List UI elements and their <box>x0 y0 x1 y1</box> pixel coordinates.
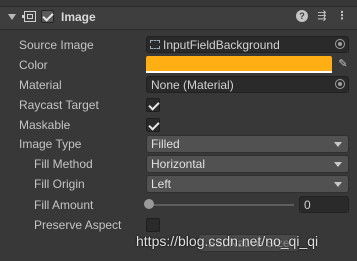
context-menu-icon[interactable]: ⋮ <box>336 10 348 22</box>
color-label: Color <box>19 58 48 72</box>
source-image-value: InputFieldBackground <box>163 38 280 52</box>
preserve-aspect-label: Preserve Aspect <box>34 218 122 232</box>
image-type-dropdown[interactable]: Filled <box>146 135 349 153</box>
fill-amount-slider-handle[interactable] <box>144 199 154 209</box>
alpha-bar <box>146 71 332 73</box>
chevron-down-icon <box>334 182 342 187</box>
maskable-checkbox[interactable] <box>146 118 160 132</box>
fill-method-dropdown[interactable]: Horizontal <box>146 155 349 173</box>
checkmark-icon <box>148 119 160 131</box>
maskable-row: Maskable <box>0 115 357 135</box>
chevron-down-icon <box>334 142 342 147</box>
source-image-field[interactable]: InputFieldBackground <box>146 36 349 53</box>
image-type-label: Image Type <box>19 137 82 151</box>
image-type-row: Image Type Filled <box>0 134 357 154</box>
foldout-arrow-icon[interactable] <box>8 14 16 20</box>
chevron-down-icon <box>334 162 342 167</box>
color-field[interactable] <box>146 56 332 73</box>
component-enabled-checkbox[interactable] <box>41 10 54 23</box>
checkmark-icon <box>42 10 54 22</box>
raycast-target-checkbox[interactable] <box>146 98 160 112</box>
material-field[interactable]: None (Material) <box>146 76 349 93</box>
fill-method-label: Fill Method <box>34 157 93 171</box>
component-title: Image <box>61 10 96 24</box>
material-label: Material <box>19 78 62 92</box>
presets-icon[interactable]: ⇶ <box>316 10 328 22</box>
fill-amount-row: Fill Amount 0 <box>0 195 357 215</box>
checkmark-icon <box>148 99 160 111</box>
fill-amount-input[interactable]: 0 <box>299 196 349 213</box>
eyedropper-icon[interactable]: ✎ <box>336 57 350 71</box>
sprite-icon <box>150 40 160 49</box>
fill-amount-slider-track[interactable] <box>148 204 294 206</box>
material-row: Material None (Material) <box>0 75 357 95</box>
raycast-target-label: Raycast Target <box>19 98 99 112</box>
help-icon[interactable]: ? <box>296 10 308 22</box>
material-value: None (Material) <box>151 78 234 92</box>
fill-origin-dropdown[interactable]: Left <box>146 175 349 193</box>
preserve-aspect-row: Preserve Aspect <box>0 215 357 235</box>
watermark-text: https://blog.csdn.net/no_qi_qi <box>136 233 319 249</box>
fill-origin-row: Fill Origin Left <box>0 174 357 194</box>
object-picker-icon[interactable] <box>335 39 345 49</box>
preserve-aspect-checkbox[interactable] <box>146 218 160 232</box>
maskable-label: Maskable <box>19 118 71 132</box>
fill-origin-value: Left <box>151 177 172 191</box>
image-component-icon <box>22 11 36 22</box>
fill-amount-value: 0 <box>304 198 311 212</box>
fill-method-value: Horizontal <box>151 157 206 171</box>
fill-method-row: Fill Method Horizontal <box>0 154 357 174</box>
fill-origin-label: Fill Origin <box>34 177 85 191</box>
fill-amount-label: Fill Amount <box>34 198 94 212</box>
source-image-label: Source Image <box>19 38 94 52</box>
component-header[interactable]: Image ? ⇶ ⋮ <box>0 6 357 30</box>
object-picker-icon[interactable] <box>335 79 345 89</box>
source-image-row: Source Image InputFieldBackground <box>0 35 357 55</box>
image-type-value: Filled <box>151 137 180 151</box>
raycast-target-row: Raycast Target <box>0 95 357 115</box>
color-row: Color ✎ <box>0 55 357 75</box>
